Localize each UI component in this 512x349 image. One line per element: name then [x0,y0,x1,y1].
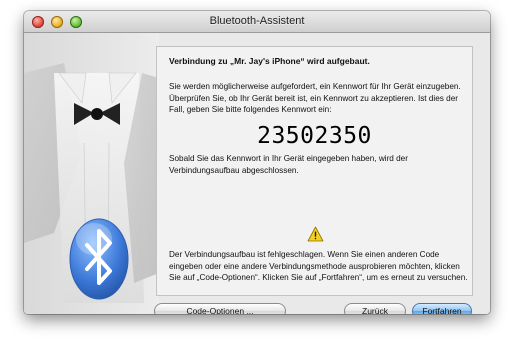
connection-heading: Verbindung zu „Mr. Jay's iPhone“ wird au… [169,56,370,66]
error-message: Der Verbindungsaufbau ist fehlgeschlagen… [169,250,468,282]
window-title: Bluetooth-Assistent [209,15,305,27]
continue-button[interactable]: Fortfahren [412,303,472,314]
instructions-text: Sie werden möglicherweise aufgefordert, … [169,82,461,114]
back-button[interactable]: Zurück [344,303,406,314]
title-bar[interactable]: Bluetooth-Assistent [24,11,490,33]
window-body: Verbindung zu „Mr. Jay's iPhone“ wird au… [24,33,490,314]
code-options-button[interactable]: Code-Optionen ... [154,303,286,314]
message-panel: Verbindung zu „Mr. Jay's iPhone“ wird au… [156,46,473,296]
passkey-display: 23502350 [257,123,372,149]
after-passkey-text: Sobald Sie das Kennwort in Ihr Gerät ein… [169,154,408,175]
warning-icon [307,226,324,242]
bluetooth-icon [69,218,129,300]
bluetooth-assistant-window: Bluetooth-Assistent Verbindung zu „Mr. J… [24,11,490,314]
tuxedo-illustration [24,33,159,314]
